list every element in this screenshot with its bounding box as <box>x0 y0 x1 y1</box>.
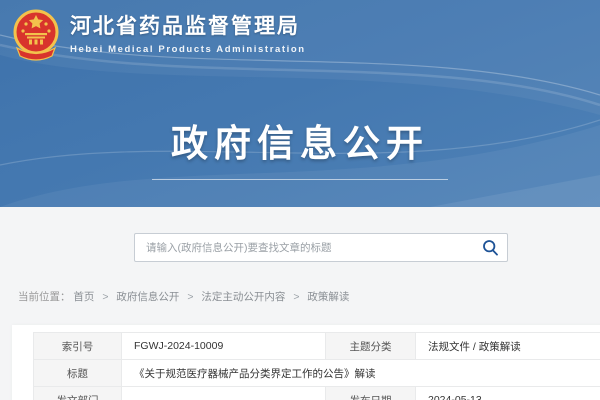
page: 河北省药品监督管理局 Hebei Medical Products Admini… <box>0 0 600 400</box>
breadcrumb-label: 当前位置： <box>18 291 71 303</box>
breadcrumb-item-info-disclosure[interactable]: 政府信息公开 <box>116 291 179 303</box>
breadcrumb-item-statutory-disclosure[interactable]: 法定主动公开内容 <box>201 291 285 303</box>
field-value-topic-category: 法规文件 / 政策解读 <box>416 333 600 360</box>
field-value-issuing-department <box>122 387 326 400</box>
field-label-title: 标题 <box>34 360 122 387</box>
field-label-issuing-department: 发文部门 <box>34 387 122 400</box>
breadcrumb-separator: > <box>102 291 108 303</box>
search-input[interactable] <box>135 242 473 254</box>
site-header: 河北省药品监督管理局 Hebei Medical Products Admini… <box>10 8 306 62</box>
search-icon <box>482 239 499 256</box>
table-row: 标题 《关于规范医疗器械产品分类界定工作的公告》解读 <box>34 360 600 387</box>
field-value-publish-date: 2024-05-13 <box>416 387 600 400</box>
table-row: 发文部门 发布日期 2024-05-13 <box>34 387 600 400</box>
breadcrumb-item-policy-interpretation[interactable]: 政策解读 <box>307 291 349 303</box>
top-banner: 河北省药品监督管理局 Hebei Medical Products Admini… <box>0 0 600 207</box>
org-name-zh: 河北省药品监督管理局 <box>70 15 306 39</box>
field-label-index-no: 索引号 <box>34 333 122 360</box>
field-label-publish-date: 发布日期 <box>326 387 416 400</box>
breadcrumb-separator: > <box>293 291 299 303</box>
document-meta-card: 索引号 FGWJ-2024-10009 主题分类 法规文件 / 政策解读 标题 … <box>12 325 600 400</box>
field-value-title: 《关于规范医疗器械产品分类界定工作的公告》解读 <box>122 360 600 387</box>
org-name-en: Hebei Medical Products Administration <box>70 44 306 55</box>
field-label-topic-category: 主题分类 <box>326 333 416 360</box>
main-content: 当前位置： 首页 > 政府信息公开 > 法定主动公开内容 > 政策解读 索引号 … <box>0 207 600 400</box>
search-button[interactable] <box>473 234 507 261</box>
field-value-index-no: FGWJ-2024-10009 <box>122 333 326 360</box>
breadcrumb-item-home[interactable]: 首页 <box>73 291 94 303</box>
breadcrumb: 当前位置： 首页 > 政府信息公开 > 法定主动公开内容 > 政策解读 <box>18 289 349 304</box>
table-row: 索引号 FGWJ-2024-10009 主题分类 法规文件 / 政策解读 <box>34 333 600 360</box>
info-table: 索引号 FGWJ-2024-10009 主题分类 法规文件 / 政策解读 标题 … <box>33 332 600 400</box>
page-title: 政府信息公开 <box>0 113 600 167</box>
title-underline <box>152 179 448 180</box>
search-box <box>134 233 508 262</box>
breadcrumb-separator: > <box>187 291 193 303</box>
national-emblem-icon <box>10 8 62 62</box>
